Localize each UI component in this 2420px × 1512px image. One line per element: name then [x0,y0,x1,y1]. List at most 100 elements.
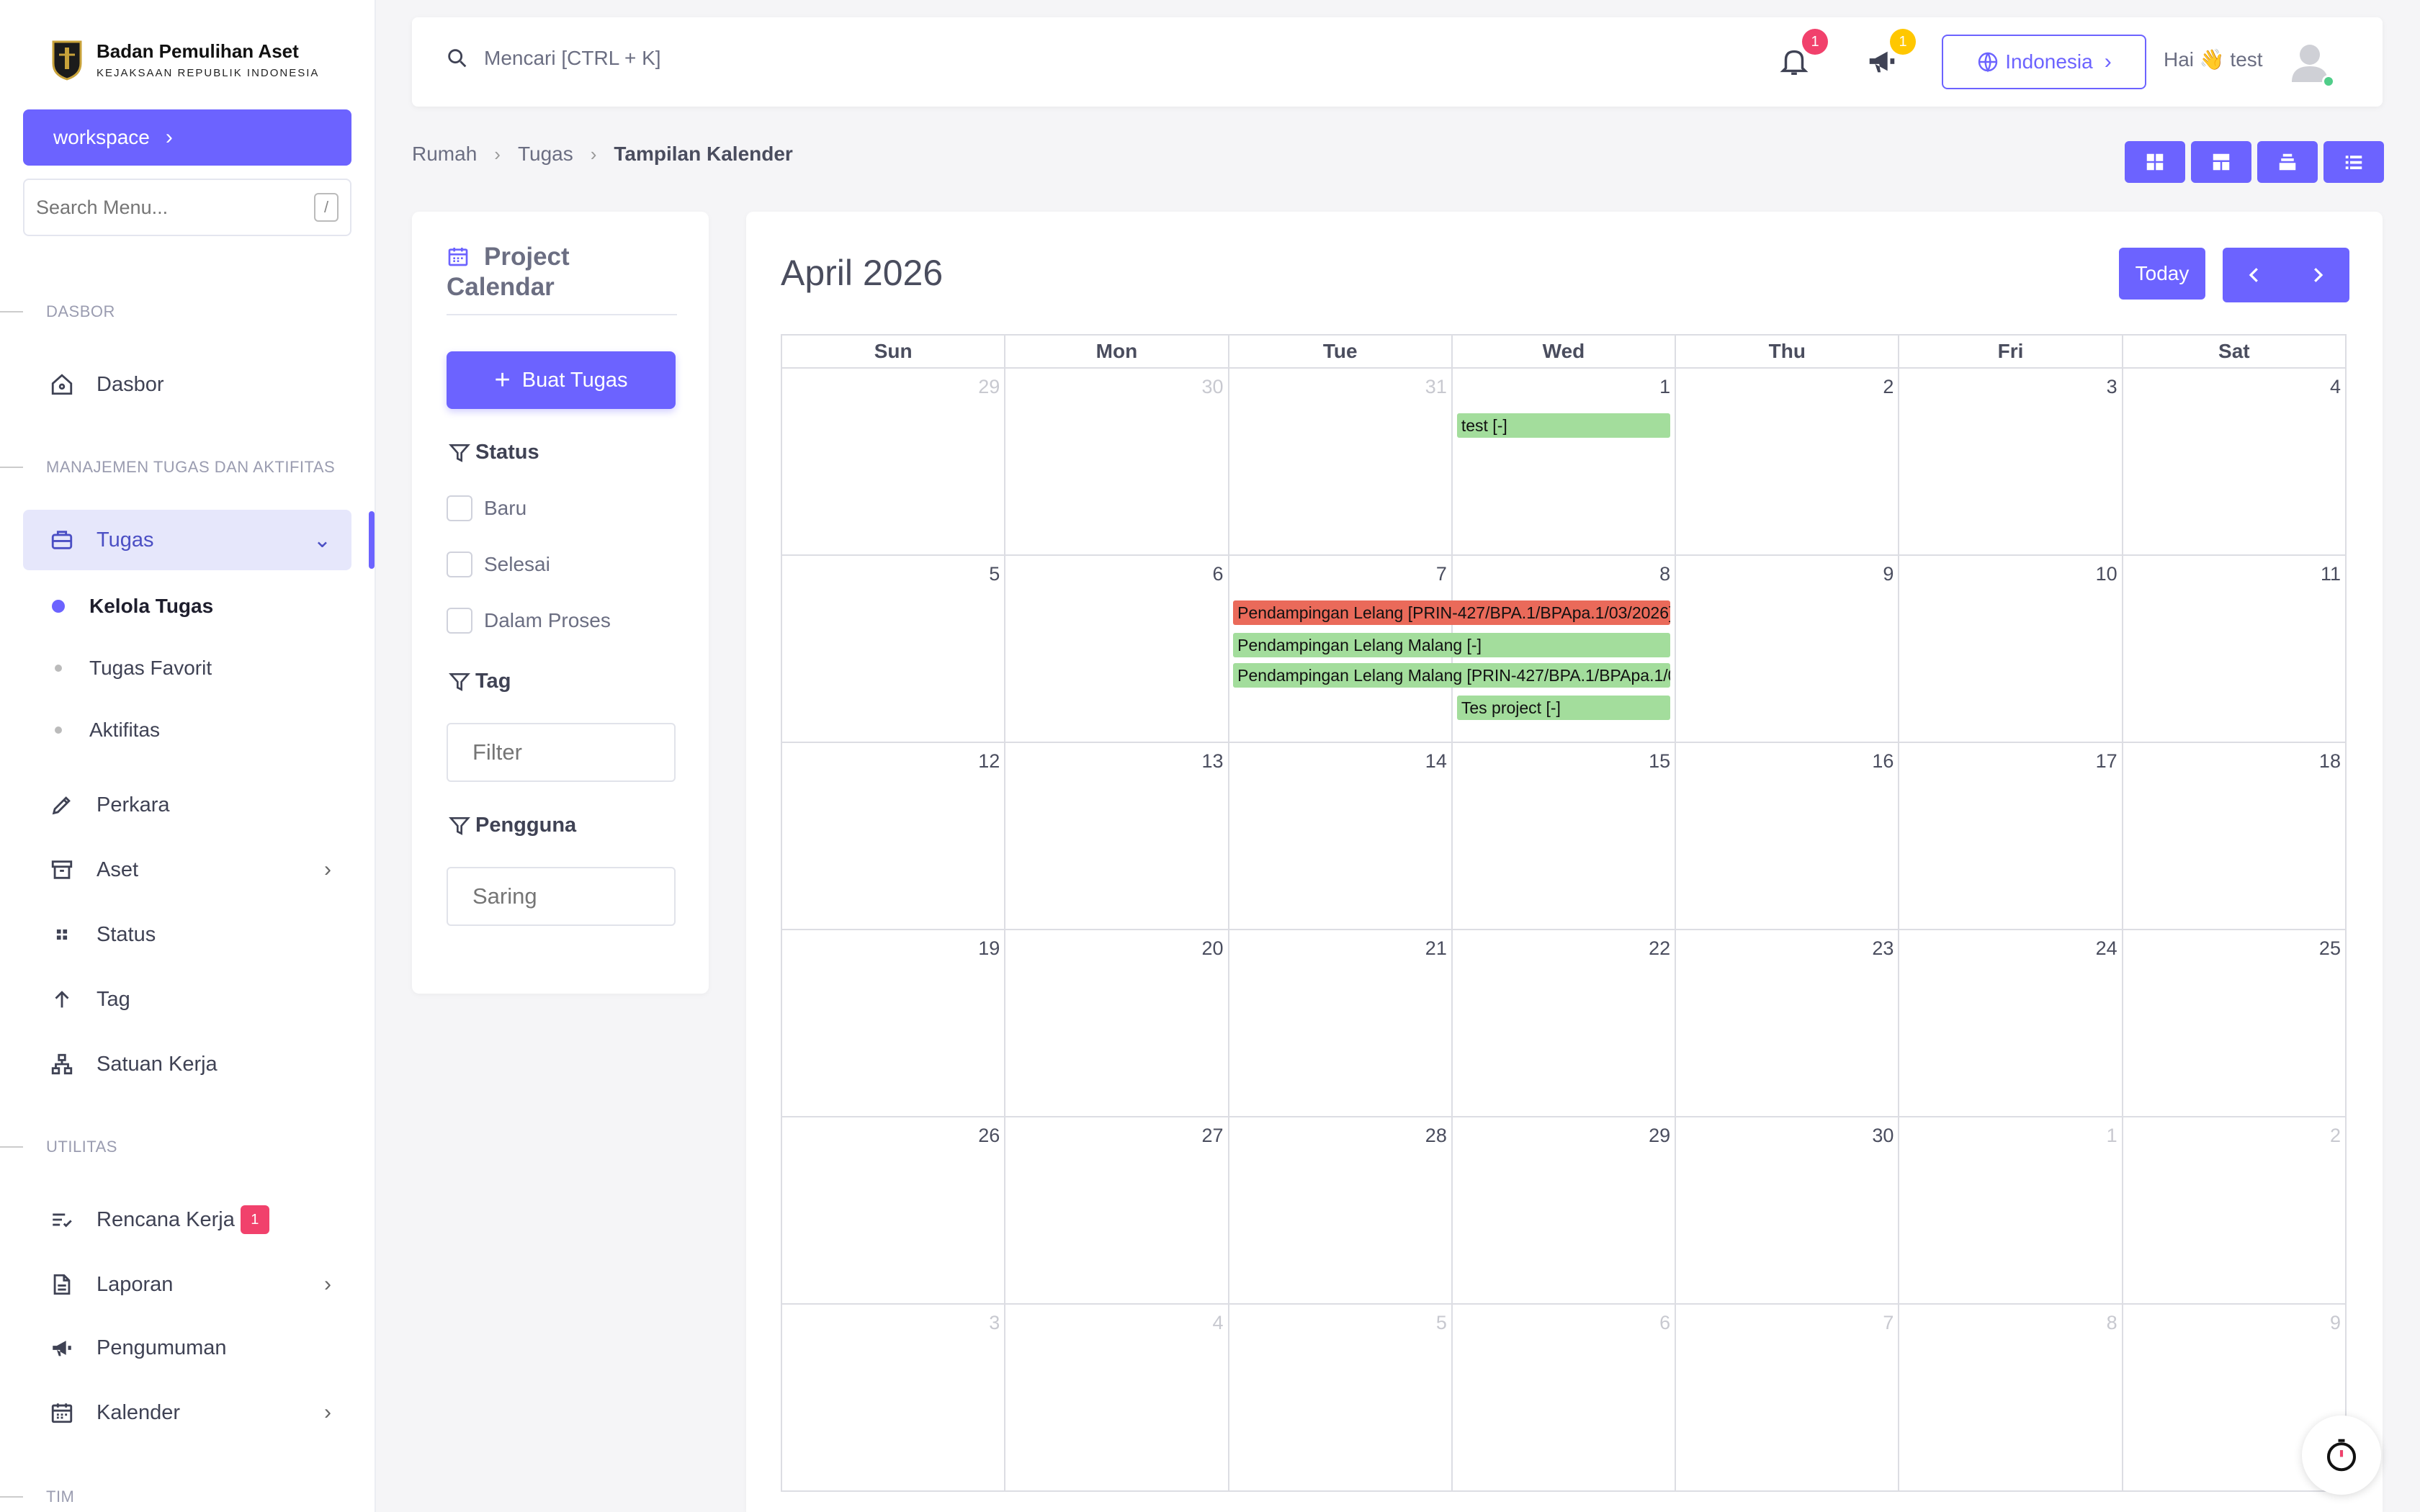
calendar-day-cell[interactable]: 24 [1899,930,2123,1117]
day-number: 12 [978,750,1000,772]
sidebar-subitem-tugas-favorit[interactable]: Tugas Favorit [55,657,212,680]
global-search[interactable]: Mencari [CTRL + K] [445,46,661,71]
calendar-day-cell[interactable]: 28 [1229,1117,1453,1305]
sidebar-item-tugas[interactable]: Tugas ⌄ [23,510,351,570]
home-icon [48,370,76,399]
breadcrumb-current: Tampilan Kalender [614,143,793,165]
sidebar-item-satuan-kerja[interactable]: Satuan Kerja [23,1034,351,1094]
calendar-day-cell[interactable]: 10 [1899,556,2123,743]
status-checkbox-baru[interactable]: Baru [447,495,526,521]
checkbox[interactable] [447,495,472,521]
calendar-day-cell[interactable]: 8 [1899,1305,2123,1492]
calendar-day-cell[interactable]: 1 [1452,369,1677,556]
calendar-day-cell[interactable]: 27 [1005,1117,1229,1305]
create-task-button[interactable]: + Buat Tugas [447,351,676,409]
sidebar-item-dasbor[interactable]: Dasbor [23,354,351,415]
calendar-event[interactable]: test [-] [1456,413,1670,438]
sidebar-item-label: Pengumuman [97,1336,227,1359]
calendar-day-cell[interactable]: 9 [1676,556,1900,743]
calendar-day-cell[interactable]: 21 [1229,930,1453,1117]
day-number: 21 [1425,937,1447,959]
calendar-day-cell[interactable]: 20 [1005,930,1229,1117]
calendar-day-cell[interactable]: 6 [1452,1305,1677,1492]
today-button[interactable]: Today [2119,248,2205,300]
user-filter-input[interactable] [447,867,676,926]
sidebar-subitem-aktifitas[interactable]: Aktifitas [55,719,160,742]
sidebar-item-label: Perkara [97,793,170,816]
tag-filter-input[interactable] [447,723,676,782]
calendar-day-cell[interactable]: 16 [1676,743,1900,930]
calendar-day-cell[interactable]: 19 [782,930,1006,1117]
calendar-day-cell[interactable]: 3 [1899,369,2123,556]
sidebar-item-laporan[interactable]: Laporan › [23,1254,351,1315]
sidebar-item-perkara[interactable]: Perkara [23,775,351,835]
calendar-day-cell[interactable]: 11 [2123,556,2347,743]
calendar-event[interactable]: Pendampingan Lelang Malang [PRIN-427/BPA… [1233,663,1670,688]
view-layout-button[interactable] [2191,141,2251,183]
online-status-dot [2322,75,2335,88]
calendar-event[interactable]: Pendampingan Lelang Malang [-] [1233,632,1670,657]
calendar-day-cell[interactable]: 22 [1452,930,1677,1117]
calendar-day-cell[interactable]: 2 [1676,369,1900,556]
calendar-day-cell[interactable]: 30 [1005,369,1229,556]
calendar-day-cell[interactable]: 29 [782,369,1006,556]
timer-button[interactable] [2302,1416,2381,1495]
chevron-right-icon: › [165,125,173,149]
search-text: Mencari [CTRL + K] [484,47,661,69]
layout-icon [2213,153,2230,171]
sidebar-item-tag[interactable]: Tag [23,969,351,1030]
view-list-button[interactable] [2323,141,2384,183]
announcements-button[interactable]: 1 [1865,29,1916,81]
checkbox[interactable] [447,608,472,634]
notifications-button[interactable]: 1 [1778,29,1828,81]
calendar-day-cell[interactable]: 29 [1452,1117,1677,1305]
language-button[interactable]: Indonesia › [1942,35,2146,89]
avatar[interactable] [2285,37,2335,88]
calendar-day-cell[interactable]: 13 [1005,743,1229,930]
sidebar-item-status[interactable]: Status [23,904,351,965]
calendar-day-cell[interactable]: 18 [2123,743,2347,930]
view-stack-button[interactable] [2257,141,2318,183]
calendar-day-cell[interactable]: 26 [782,1117,1006,1305]
calendar-event[interactable]: Tes project [-] [1456,696,1670,721]
pen-icon [48,791,76,819]
calendar-day-cell[interactable]: 1 [1899,1117,2123,1305]
calendar-day-cell[interactable]: 30 [1676,1117,1900,1305]
calendar-day-cell[interactable]: 3 [782,1305,1006,1492]
sidebar-subitem-kelola-tugas[interactable]: Kelola Tugas [52,595,213,618]
checkbox[interactable] [447,552,472,577]
calendar-day-cell[interactable]: 5 [782,556,1006,743]
section-dasbor: DASBOR [0,302,115,321]
calendar-day-cell[interactable]: 14 [1229,743,1453,930]
view-switcher [2125,141,2384,183]
calendar-day-cell[interactable]: 31 [1229,369,1453,556]
brand[interactable]: Badan Pemulihan Aset KEJAKSAAN REPUBLIK … [50,39,319,81]
status-checkbox-selesai[interactable]: Selesai [447,552,550,577]
calendar-day-cell[interactable]: 15 [1452,743,1677,930]
sidebar-item-rencana-kerja[interactable]: Rencana Kerja 1 [23,1189,351,1250]
calendar-day-cell[interactable]: 6 [1005,556,1229,743]
language-label: Indonesia [2005,50,2093,73]
calendar-day-cell[interactable]: 7 [1676,1305,1900,1492]
calendar-day-cell[interactable]: 25 [2123,930,2347,1117]
calendar-day-cell[interactable]: 4 [2123,369,2347,556]
sidebar-item-aset[interactable]: Aset › [23,840,351,900]
prev-month-button[interactable] [2223,248,2286,302]
calendar-day-cell[interactable]: 4 [1005,1305,1229,1492]
status-checkbox-dalam-proses[interactable]: Dalam Proses [447,608,611,634]
sidebar-item-pengumuman[interactable]: Pengumuman [23,1318,351,1378]
search-menu-input[interactable] [36,196,314,219]
breadcrumb-home[interactable]: Rumah [412,143,477,166]
calendar-day-cell[interactable]: 17 [1899,743,2123,930]
next-month-button[interactable] [2286,248,2349,302]
calendar-day-cell[interactable]: 12 [782,743,1006,930]
breadcrumb-tasks[interactable]: Tugas [518,143,573,166]
tag-heading-text: Tag [475,670,511,693]
workspace-button[interactable]: workspace › [23,109,351,166]
calendar-day-cell[interactable]: 5 [1229,1305,1453,1492]
calendar-day-cell[interactable]: 23 [1676,930,1900,1117]
sidebar-item-kalender[interactable]: Kalender › [23,1382,351,1443]
view-grid-button[interactable] [2125,141,2185,183]
calendar-event[interactable]: Pendampingan Lelang [PRIN-427/BPA.1/BPAp… [1233,600,1670,625]
calendar-day-cell[interactable]: 2 [2123,1117,2347,1305]
